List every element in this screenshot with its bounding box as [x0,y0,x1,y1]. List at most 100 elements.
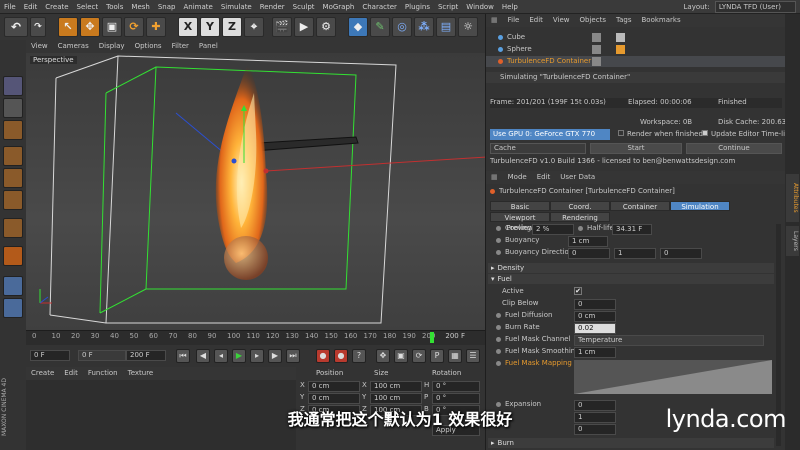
menu-snap[interactable]: Snap [154,0,180,14]
menu-mograph[interactable]: MoGraph [319,0,359,14]
magnet-icon[interactable] [3,246,23,266]
buoyancy-dir-y[interactable]: 1 [614,248,656,259]
array-icon[interactable]: ⁂ [414,17,434,37]
undo-icon[interactable]: ↶ [4,17,28,37]
scale-key-icon[interactable]: ▣ [394,349,408,363]
spline-pen-icon[interactable]: ✎ [370,17,390,37]
object-row-cube[interactable]: Cube [486,32,786,43]
timeline-ruler[interactable]: 0 10 20 30 40 50 60 70 80 90 100 110 120 130 140 150 160… [26,330,485,345]
om-menu-tags[interactable]: Tags [611,14,637,27]
buoyancy-field[interactable]: 1 cm [568,236,608,247]
y-axis-lock-icon[interactable]: Y [200,17,220,37]
viewport-menu-panel[interactable]: Panel [194,40,223,53]
menu-window[interactable]: Window [462,0,498,14]
menu-render[interactable]: Render [256,0,289,14]
polygons-mode-icon[interactable] [3,190,23,210]
nurbs-icon[interactable]: ◎ [392,17,412,37]
buoyancy-dir-z[interactable]: 0 [660,248,702,259]
coord-position-field[interactable]: 0 cm [308,393,360,404]
active-checkbox[interactable]: ✔ [574,287,582,295]
tab-attributes[interactable]: Attributes [786,174,799,222]
render-settings-icon[interactable]: ⚙ [316,17,336,37]
menu-character[interactable]: Character [358,0,401,14]
x-axis-lock-icon[interactable]: X [178,17,198,37]
param-key-icon[interactable]: P [430,349,444,363]
points-mode-icon[interactable] [3,146,23,166]
expansion-field[interactable]: 0 [574,400,616,411]
viewport-menu-cameras[interactable]: Cameras [53,40,94,53]
visibility-toggle-icon[interactable] [592,33,601,42]
fuel-mask-smoothing-field[interactable]: 1 cm [574,347,616,358]
menu-file[interactable]: File [0,0,20,14]
apply-button[interactable]: Apply [432,425,480,436]
halflife-field[interactable]: 34.31 F [612,224,652,235]
playhead[interactable] [430,332,434,343]
viewport-menu-filter[interactable]: Filter [167,40,194,53]
model-mode-icon[interactable] [3,76,23,96]
rotate-tool-icon[interactable]: ⟳ [124,17,144,37]
om-menu-bookmarks[interactable]: Bookmarks [636,14,685,27]
param-field-a[interactable]: 1 [574,412,616,423]
visibility-toggle-icon[interactable] [592,45,601,54]
grid-snap-icon[interactable] [3,276,23,296]
menu-create[interactable]: Create [41,0,72,14]
menu-plugins[interactable]: Plugins [401,0,434,14]
render-when-finished-checkbox[interactable]: Render when finished [618,130,703,138]
menu-help[interactable]: Help [498,0,522,14]
cache-select[interactable]: Cache [490,143,586,154]
attr-menu-edit[interactable]: Edit [532,171,556,184]
z-axis-lock-icon[interactable]: Z [222,17,242,37]
fuel-mask-channel-select[interactable]: Temperature [574,335,764,346]
layout-select[interactable]: LYNDA TFD (User) [714,1,796,13]
record-keys-icon[interactable]: ● [316,349,330,363]
tab-coord[interactable]: Coord. [550,201,610,211]
om-menu-edit[interactable]: Edit [524,14,548,27]
render-view-icon[interactable]: 🎬 [272,17,292,37]
next-frame-icon[interactable]: ▸ [250,349,264,363]
material-menu-texture[interactable]: Texture [123,367,159,380]
burn-rate-field[interactable]: 0.02 [574,323,616,334]
cooling-field[interactable]: 2 % [532,224,574,235]
attr-menu-userdata[interactable]: User Data [555,171,600,184]
continue-button[interactable]: Continue [686,143,782,154]
coord-rotation-field[interactable]: 0 ° [432,405,480,416]
prev-key-icon[interactable]: ◀ [196,349,210,363]
next-key-icon[interactable]: ▶ [268,349,282,363]
coord-position-field[interactable]: 0 cm [308,381,360,392]
viewport-perspective[interactable]: Perspective [26,53,485,330]
object-row-tfd-container[interactable]: TurbulenceFD Container [486,56,786,67]
move-tool-icon[interactable]: ✥ [80,17,100,37]
om-menu-file[interactable]: File [503,14,525,27]
menu-edit[interactable]: Edit [20,0,42,14]
go-to-end-icon[interactable]: ⏭ [286,349,300,363]
update-editor-checkbox[interactable]: Update Editor Time-line [702,130,794,138]
tab-rendering[interactable]: Rendering [550,212,610,222]
burn-section[interactable]: ▸ Burn [488,438,774,448]
texture-mode-icon[interactable] [3,98,23,118]
workplane-icon[interactable] [3,120,23,140]
prev-frame-icon[interactable]: ◂ [214,349,228,363]
start-button[interactable]: Start [590,143,682,154]
om-menu-view[interactable]: View [548,14,575,27]
viewport-menu-view[interactable]: View [26,40,53,53]
tab-simulation[interactable]: Simulation [670,201,730,211]
menu-script[interactable]: Script [434,0,462,14]
menu-simulate[interactable]: Simulate [217,0,256,14]
end-frame-field[interactable]: 200 F [126,350,166,361]
menu-mesh[interactable]: Mesh [127,0,153,14]
menu-sculpt[interactable]: Sculpt [289,0,319,14]
density-section[interactable]: ▸ Density [488,263,774,273]
param-field-b[interactable]: 0 [574,424,616,435]
material-menu-create[interactable]: Create [26,367,59,380]
coord-size-field[interactable]: 100 cm [370,393,422,404]
autokey-icon[interactable]: ● [334,349,348,363]
rotation-key-icon[interactable]: ⟳ [412,349,426,363]
tab-layers[interactable]: Layers [786,226,799,256]
axis-mode-icon[interactable] [3,218,23,238]
coord-rotation-field[interactable]: 0 ° [432,393,480,404]
clip-below-field[interactable]: 0 [574,299,616,310]
coord-rotation-field[interactable]: 0 ° [432,381,480,392]
start-frame-field[interactable]: 0 F [30,350,70,361]
scene-icon[interactable]: ☼ [458,17,478,37]
render-picture-viewer-icon[interactable]: ▶ [294,17,314,37]
